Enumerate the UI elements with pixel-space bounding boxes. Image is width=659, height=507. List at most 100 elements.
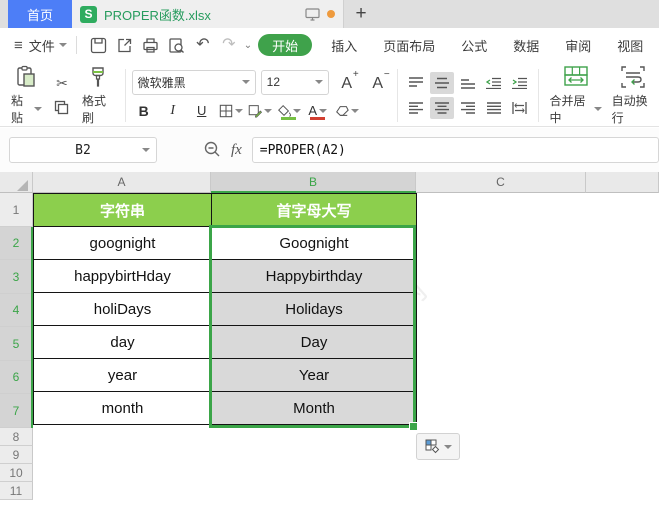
formula-input[interactable]: =PROPER(A2) [251, 137, 659, 163]
chevron-down-icon [234, 108, 243, 113]
cell-b3[interactable]: Happybirthday [211, 259, 417, 293]
cell-b1[interactable]: 首字母大写 [211, 193, 417, 227]
row-header-8[interactable]: 8 [0, 428, 33, 446]
present-monitor-icon[interactable] [305, 7, 320, 21]
align-center-button[interactable] [429, 97, 454, 119]
align-right-button[interactable] [456, 97, 480, 119]
justify-button[interactable] [482, 97, 506, 119]
row-header-10[interactable]: 10 [0, 464, 33, 482]
unsaved-indicator-dot [327, 10, 335, 18]
ribbon-tab-insert[interactable]: 插入 [318, 28, 370, 62]
wps-spreadsheet-window: 首页 S PROPER函数.xlsx + ≡ 文件 ↶ ↷ ⌄ 开始 插入 页面… [0, 0, 659, 507]
fill-color-swatch [280, 116, 296, 120]
draw-border-button[interactable] [248, 100, 272, 122]
hamburger-menu-icon[interactable]: ≡ [14, 37, 23, 54]
cell-a3[interactable]: happybirtHday [33, 259, 212, 293]
font-color-button[interactable]: A [306, 100, 330, 122]
ribbon-tab-data[interactable]: 数据 [500, 28, 552, 62]
column-header-c[interactable]: C [416, 172, 586, 193]
cell-b7[interactable]: Month [211, 391, 417, 425]
column-header-a[interactable]: A [33, 172, 211, 193]
underline-button[interactable]: U [190, 100, 214, 122]
distribute-text-button[interactable] [508, 97, 532, 119]
ribbon-tab-home-active[interactable]: 开始 [258, 34, 313, 56]
row-header-3[interactable]: 3 [0, 260, 33, 294]
increase-font-size-button[interactable]: A + [334, 69, 360, 93]
row-header-1[interactable]: 1 [0, 193, 33, 227]
row-header-6[interactable]: 6 [0, 361, 33, 394]
increase-indent-button[interactable] [508, 72, 532, 94]
cell-b6[interactable]: Year [211, 358, 417, 392]
fill-handle[interactable] [409, 422, 418, 431]
font-name-select[interactable]: 微软雅黑 [131, 69, 256, 95]
merge-center-button[interactable]: 合并居中 [544, 65, 606, 126]
save-button[interactable] [86, 33, 112, 57]
new-tab-button[interactable]: + [344, 0, 378, 28]
align-top-button[interactable] [404, 72, 428, 94]
wps-sheets-icon: S [80, 5, 97, 23]
export-button[interactable] [112, 33, 138, 57]
ribbon-tab-review[interactable]: 审阅 [552, 28, 604, 62]
zoom-out-icon[interactable] [203, 140, 221, 161]
name-box-value: B2 [75, 142, 91, 158]
row-header-11[interactable]: 11 [0, 482, 33, 500]
cell-a5[interactable]: day [33, 325, 212, 359]
print-preview-button[interactable] [164, 33, 190, 57]
decrease-indent-button[interactable] [482, 72, 506, 94]
insert-function-button[interactable]: fx [231, 142, 242, 159]
ribbon-tab-formulas[interactable]: 公式 [448, 28, 500, 62]
undo-button[interactable]: ↶ [190, 33, 216, 57]
bold-button[interactable]: B [132, 100, 156, 122]
chevron-down-icon [318, 108, 327, 113]
wrap-text-button[interactable]: 自动换行 [607, 65, 659, 126]
chevron-down-icon [292, 108, 301, 113]
paste-button[interactable]: 粘贴 [6, 65, 47, 126]
font-size-select[interactable]: 12 [260, 69, 329, 95]
name-box[interactable]: B2 [9, 137, 157, 163]
align-left-button[interactable] [404, 97, 428, 119]
row-header-5[interactable]: 5 [0, 327, 33, 361]
borders-button[interactable] [219, 100, 243, 122]
paste-label: 粘贴 [11, 94, 24, 125]
paste-options-button[interactable] [416, 433, 460, 460]
formula-text: =PROPER(A2) [259, 142, 346, 158]
row-header-7[interactable]: 7 [0, 394, 33, 428]
cell-a7[interactable]: month [33, 391, 212, 425]
font-color-swatch [309, 116, 325, 120]
cut-button[interactable]: ✂ [51, 75, 73, 93]
fill-color-button[interactable] [277, 100, 301, 122]
cell-a2[interactable]: goognight [33, 226, 212, 260]
document-tab-title: PROPER函数.xlsx [104, 7, 211, 23]
redo-button[interactable]: ↷ [216, 33, 242, 57]
decrease-font-size-button[interactable]: A − [365, 69, 391, 93]
align-middle-button[interactable] [429, 72, 454, 94]
divider [124, 69, 126, 122]
cell-a6[interactable]: year [33, 358, 212, 392]
file-menu-button[interactable]: 文件 [29, 36, 67, 55]
cell-b2-active[interactable]: Goognight [211, 226, 417, 260]
clear-format-button[interactable] [335, 100, 359, 122]
format-painter-button[interactable]: 格式刷 [77, 65, 119, 126]
cell-b4[interactable]: Holidays [211, 292, 417, 326]
cell-b5[interactable]: Day [211, 325, 417, 359]
document-tab[interactable]: S PROPER函数.xlsx [72, 0, 344, 28]
ribbon-tab-view[interactable]: 视图 [604, 28, 656, 62]
row-header-2[interactable]: 2 [0, 227, 33, 260]
column-header-d[interactable] [586, 172, 659, 193]
chevron-down-icon [33, 107, 42, 111]
select-all-corner[interactable] [0, 172, 33, 193]
cell-a1[interactable]: 字符串 [33, 193, 212, 227]
chevron-down-icon [141, 148, 150, 152]
print-button[interactable] [138, 33, 164, 57]
divider [396, 69, 398, 122]
copy-button[interactable] [51, 99, 73, 117]
home-tab[interactable]: 首页 [8, 0, 72, 28]
row-header-4[interactable]: 4 [0, 294, 33, 327]
italic-button[interactable]: I [161, 100, 185, 122]
align-bottom-button[interactable] [456, 72, 480, 94]
cell-a4[interactable]: holiDays [33, 292, 212, 326]
ribbon-tab-page-layout[interactable]: 页面布局 [370, 28, 448, 62]
row-header-9[interactable]: 9 [0, 446, 33, 464]
chevron-down-icon [241, 80, 250, 84]
quick-access-more-icon[interactable]: ⌄ [244, 40, 252, 51]
